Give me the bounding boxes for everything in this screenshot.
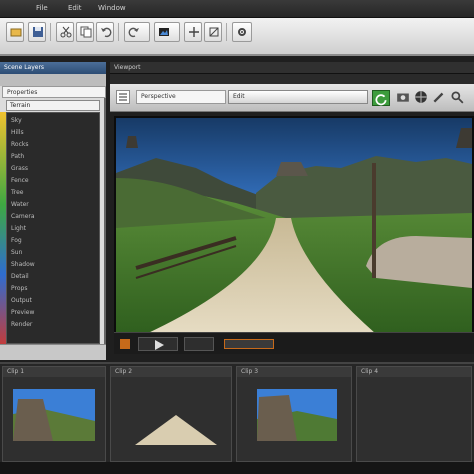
viewport-toolbar: Perspective Edit <box>110 84 474 112</box>
move-button[interactable] <box>184 22 202 42</box>
menu-edit[interactable]: Edit <box>68 4 82 14</box>
viewport-subbar <box>110 74 474 84</box>
left-panel-title: Scene Layers <box>0 62 106 74</box>
menu-window[interactable]: Window <box>98 4 126 14</box>
stop-button[interactable] <box>184 337 214 351</box>
list-item[interactable]: Light <box>11 225 26 233</box>
play-button[interactable] <box>138 337 178 351</box>
list-item[interactable]: Sky <box>11 117 22 125</box>
zoom-button[interactable] <box>450 90 464 104</box>
title-bar: File Edit Window <box>0 0 474 18</box>
brush-icon <box>433 92 444 103</box>
refresh-button[interactable] <box>372 90 390 106</box>
list-item[interactable]: Detail <box>11 273 29 281</box>
clip-pane-title: Clip 2 <box>111 367 231 377</box>
list-item[interactable]: Preview <box>11 309 34 317</box>
toolbar-divider <box>226 23 227 41</box>
list-item[interactable]: Props <box>11 285 27 293</box>
status-bar <box>0 462 474 474</box>
list-item[interactable]: Camera <box>11 213 35 221</box>
left-panel-subtitle[interactable]: Properties <box>2 86 106 98</box>
refresh-icon <box>375 94 387 106</box>
view-menu-button[interactable] <box>116 90 130 104</box>
clip-pane[interactable]: Clip 2 <box>110 366 232 462</box>
viewport-canvas[interactable] <box>114 116 474 338</box>
menu-file[interactable]: File <box>36 4 48 14</box>
move-icon <box>189 27 199 37</box>
timeline-slider[interactable] <box>224 339 274 349</box>
main-toolbar <box>0 18 474 56</box>
menu-icon <box>119 93 127 101</box>
list-item[interactable]: Sun <box>11 249 22 257</box>
render-button[interactable] <box>154 22 180 42</box>
clip-thumbnail <box>13 389 95 441</box>
list-item[interactable]: Fog <box>11 237 22 245</box>
list-item[interactable]: Rocks <box>11 141 28 149</box>
globe-button[interactable] <box>414 90 428 104</box>
list-item[interactable]: Fence <box>11 177 29 185</box>
record-button[interactable] <box>120 339 130 349</box>
undo-button[interactable] <box>96 22 114 42</box>
cut-button[interactable] <box>56 22 74 42</box>
toolbar-divider <box>50 23 51 41</box>
layer-list[interactable]: Sky Hills Rocks Path Grass Fence Tree Wa… <box>6 112 100 344</box>
list-item[interactable]: Shadow <box>11 261 35 269</box>
list-item[interactable]: Output <box>11 297 32 305</box>
settings-icon <box>238 28 246 36</box>
edit-field[interactable]: Edit <box>228 90 368 104</box>
left-panel-footer <box>0 344 106 360</box>
clip-pane-title: Clip 4 <box>357 367 471 377</box>
scale-icon <box>209 27 219 37</box>
brush-button[interactable] <box>432 90 446 104</box>
save-icon <box>33 27 43 37</box>
open-icon <box>10 28 22 37</box>
globe-icon <box>415 91 427 103</box>
view-mode-dropdown[interactable]: Perspective <box>136 90 226 104</box>
redo-button[interactable] <box>124 22 150 42</box>
camera-icon <box>397 93 409 102</box>
list-header[interactable]: Terrain <box>6 100 100 111</box>
clip-pane-title: Clip 1 <box>3 367 105 377</box>
viewport-controls <box>114 332 474 354</box>
scale-button[interactable] <box>204 22 222 42</box>
cut-icon <box>60 26 72 38</box>
settings-button[interactable] <box>232 22 252 42</box>
play-icon <box>155 340 164 350</box>
copy-icon <box>80 26 92 38</box>
scene-render <box>116 118 472 334</box>
list-item[interactable]: Tree <box>11 189 24 197</box>
open-button[interactable] <box>6 22 24 42</box>
clip-thumbnail <box>135 415 217 445</box>
viewport-title: Viewport <box>110 62 474 74</box>
list-item[interactable]: Hills <box>11 129 24 137</box>
render-icon <box>159 28 169 36</box>
left-panel-toolbar <box>0 74 106 86</box>
list-item[interactable]: Grass <box>11 165 28 173</box>
camera-button[interactable] <box>396 90 410 104</box>
list-item[interactable]: Water <box>11 201 29 209</box>
bottom-panel: Clip 1 Clip 2 Clip 3 Clip 4 <box>0 362 474 474</box>
undo-icon <box>101 27 112 38</box>
save-button[interactable] <box>28 22 46 42</box>
list-item[interactable]: Render <box>11 321 32 329</box>
clip-pane[interactable]: Clip 3 <box>236 366 352 462</box>
clip-thumbnail <box>257 389 337 441</box>
clip-pane-title: Clip 3 <box>237 367 351 377</box>
toolbar-divider <box>118 23 119 41</box>
copy-button[interactable] <box>76 22 94 42</box>
list-item[interactable]: Path <box>11 153 24 161</box>
clip-pane[interactable]: Clip 4 <box>356 366 472 462</box>
clip-pane[interactable]: Clip 1 <box>2 366 106 462</box>
zoom-icon <box>451 91 464 104</box>
redo-icon <box>128 27 139 38</box>
